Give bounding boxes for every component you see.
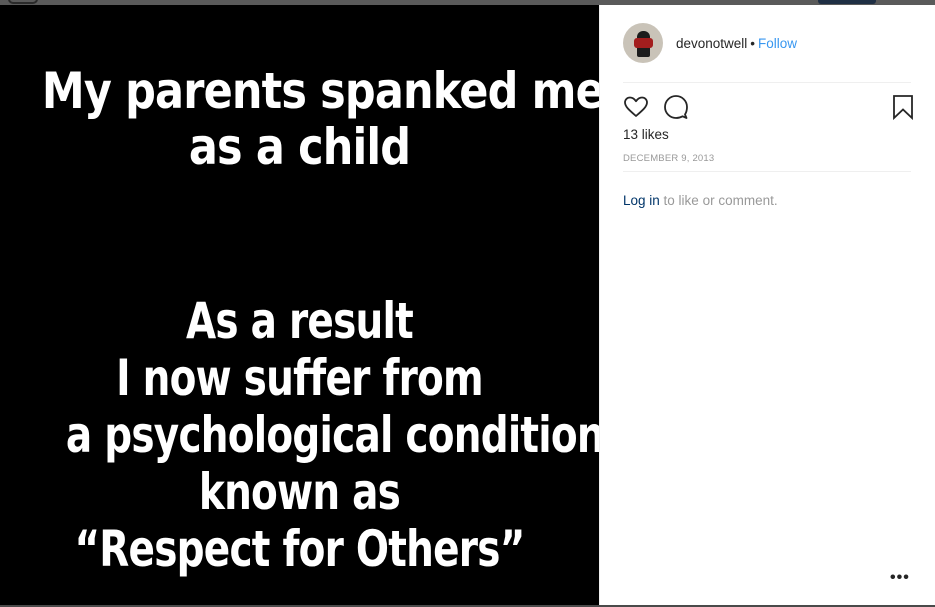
post-image[interactable]: My parents spanked me as a child As a re… [0,5,605,605]
comment-prompt-text: to like or comment. [659,193,778,208]
window-tab-indicator [818,0,876,4]
divider [623,171,911,172]
window-control[interactable] [8,0,38,4]
avatar-figure-detail [634,38,653,48]
more-options-button[interactable]: ••• [890,569,910,587]
meme-line: known as [198,463,401,521]
meme-line: My parents spanked me [41,62,605,120]
meme-line: “Respect for Others” [74,520,525,578]
meme-line: I now suffer from [116,349,484,407]
username-link[interactable]: devonotwell [676,36,747,51]
separator-dot: • [750,36,756,51]
action-bar [623,94,916,121]
post-modal: My parents spanked me as a child As a re… [0,5,935,605]
follow-button[interactable]: Follow [758,36,797,51]
avatar[interactable] [623,23,663,63]
meme-line: as a child [188,118,411,176]
post-header: devonotwell • Follow [600,5,935,83]
login-link[interactable]: Log in [623,193,660,208]
bookmark-icon[interactable] [890,94,916,121]
meme-line: a psychological condition [65,406,605,464]
divider [623,82,911,83]
post-sidebar: devonotwell • Follow 13 likes DECEMBER 9… [599,5,935,605]
heart-icon[interactable] [623,94,649,120]
meme-line: As a result [186,292,414,350]
post-date[interactable]: DECEMBER 9, 2013 [623,153,714,164]
meme-top-text: My parents spanked me as a child [41,62,605,176]
likes-count[interactable]: 13 likes [623,127,669,142]
comment-prompt: Log in to like or comment. [623,193,778,208]
meme-bottom-text: As a result I now suffer from a psycholo… [65,292,605,578]
user-row: devonotwell • Follow [676,36,797,52]
comment-icon[interactable] [663,94,689,120]
